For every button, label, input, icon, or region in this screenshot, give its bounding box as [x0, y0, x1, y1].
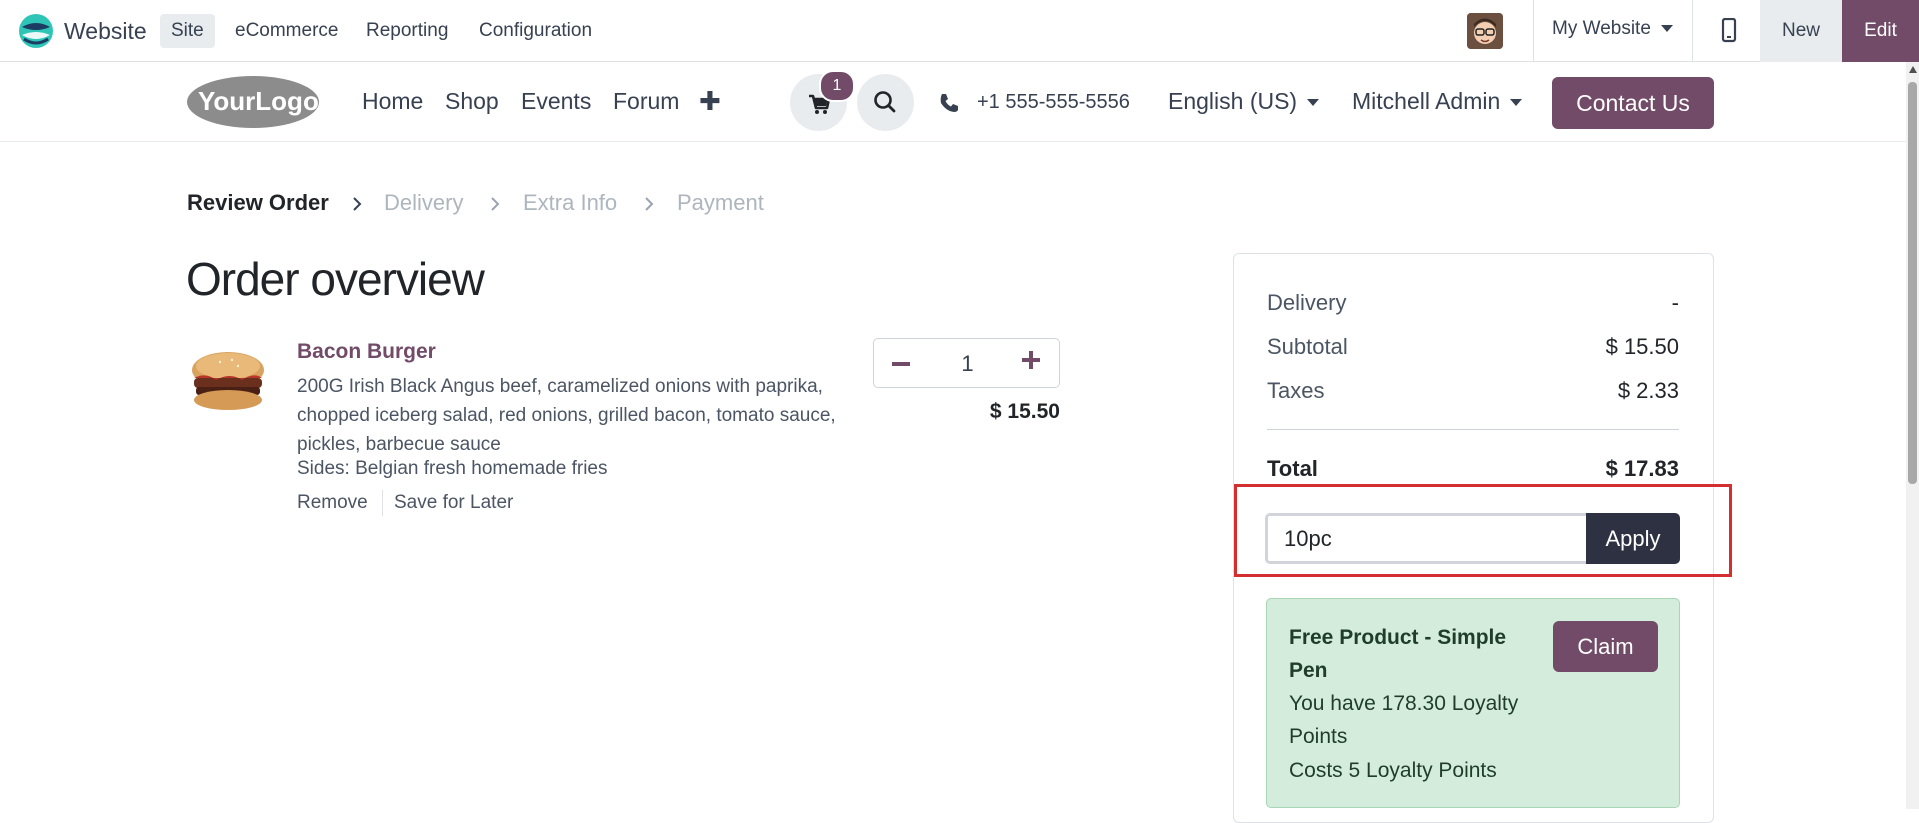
page-title: Order overview [186, 253, 485, 305]
website-selector[interactable]: My Website [1552, 18, 1673, 40]
menu-site[interactable]: Site [160, 14, 215, 48]
product-sides: Sides: Belgian fresh homemade fries [297, 458, 608, 479]
edit-button[interactable]: Edit [1842, 0, 1919, 62]
product-name[interactable]: Bacon Burger [297, 340, 436, 364]
step-payment[interactable]: Payment [677, 190, 764, 216]
nav-shop[interactable]: Shop [445, 88, 499, 115]
separator [1692, 0, 1693, 62]
taxes-label: Taxes [1267, 378, 1325, 403]
menu-ecommerce[interactable]: eCommerce [224, 14, 349, 48]
caret-down-icon [1307, 99, 1320, 107]
menu-reporting[interactable]: Reporting [355, 14, 459, 48]
new-button[interactable]: New [1760, 0, 1842, 62]
product-image[interactable] [186, 338, 270, 422]
chevron-right-icon [645, 197, 654, 211]
total-value: $ 17.83 [1605, 456, 1679, 481]
scroll-thumb[interactable] [1908, 82, 1917, 484]
chevron-right-icon [353, 197, 362, 211]
site-logo[interactable]: YourLogo [186, 72, 320, 130]
chevron-right-icon [491, 197, 500, 211]
step-review-order: Review Order [187, 190, 329, 215]
menu-configuration[interactable]: Configuration [468, 14, 603, 48]
caret-down-icon [1660, 25, 1673, 33]
remove-link[interactable]: Remove [297, 492, 368, 514]
summary-divider [1267, 429, 1679, 430]
scroll-up-arrow-icon[interactable] [1909, 66, 1917, 73]
step-delivery[interactable]: Delivery [384, 190, 463, 216]
user-menu[interactable]: Mitchell Admin [1352, 88, 1523, 115]
search-icon [874, 91, 896, 113]
search-button[interactable] [857, 74, 914, 131]
user-avatar[interactable] [1467, 13, 1503, 49]
product-description: 200G Irish Black Angus beef, caramelized… [297, 376, 836, 455]
annotation-highlight-box [1234, 484, 1732, 577]
total-label: Total [1267, 456, 1318, 481]
link-separator [382, 490, 383, 516]
nav-home[interactable]: Home [362, 88, 423, 115]
language-selector[interactable]: English (US) [1168, 88, 1320, 115]
caret-down-icon [1510, 99, 1523, 107]
separator [1533, 0, 1534, 62]
delivery-value: - [1671, 290, 1679, 315]
phone-icon [940, 94, 958, 112]
website-selector-label: My Website [1552, 18, 1651, 39]
taxes-value: $ 2.33 [1617, 378, 1679, 403]
page-scrollbar[interactable] [1906, 62, 1919, 809]
claim-button[interactable]: Claim [1553, 621, 1658, 672]
reward-card: Free Product - Simple Pen You have 178.3… [1266, 598, 1680, 808]
reward-points: You have 178.30 Loyalty Points [1289, 692, 1519, 748]
app-name[interactable]: Website [64, 18, 147, 45]
contact-us-button[interactable]: Contact Us [1552, 77, 1714, 129]
odoo-top-bar: Website Site eCommerce Reporting Configu… [0, 0, 1919, 62]
website-app-icon[interactable] [18, 13, 54, 49]
subtotal-value: $ 15.50 [1605, 334, 1679, 359]
phone-number[interactable]: +1 555-555-5556 [977, 91, 1130, 114]
save-for-later-link[interactable]: Save for Later [394, 492, 513, 514]
line-price: $ 15.50 [989, 400, 1060, 423]
subtotal-label: Subtotal [1267, 334, 1348, 359]
step-extra-info[interactable]: Extra Info [523, 190, 617, 216]
delivery-label: Delivery [1267, 290, 1347, 315]
user-name: Mitchell Admin [1352, 88, 1501, 114]
language-label: English (US) [1168, 88, 1298, 114]
logo-text: YourLogo [198, 86, 319, 116]
nav-events[interactable]: Events [521, 88, 591, 115]
mobile-preview-icon[interactable] [1718, 18, 1740, 44]
reward-cost: Costs 5 Loyalty Points [1289, 759, 1497, 782]
quantity-stepper: 1 [873, 338, 1060, 388]
avatar-face-icon [1467, 13, 1503, 49]
plus-icon[interactable] [1022, 351, 1040, 369]
reward-title: Free Product - Simple Pen [1289, 626, 1507, 682]
add-page-icon[interactable]: ✚ [699, 88, 721, 114]
website-header: YourLogo Home Shop Events Forum ✚ 1 +1 5… [0, 62, 1906, 142]
nav-forum[interactable]: Forum [613, 88, 679, 115]
cart-count-badge: 1 [819, 70, 855, 102]
